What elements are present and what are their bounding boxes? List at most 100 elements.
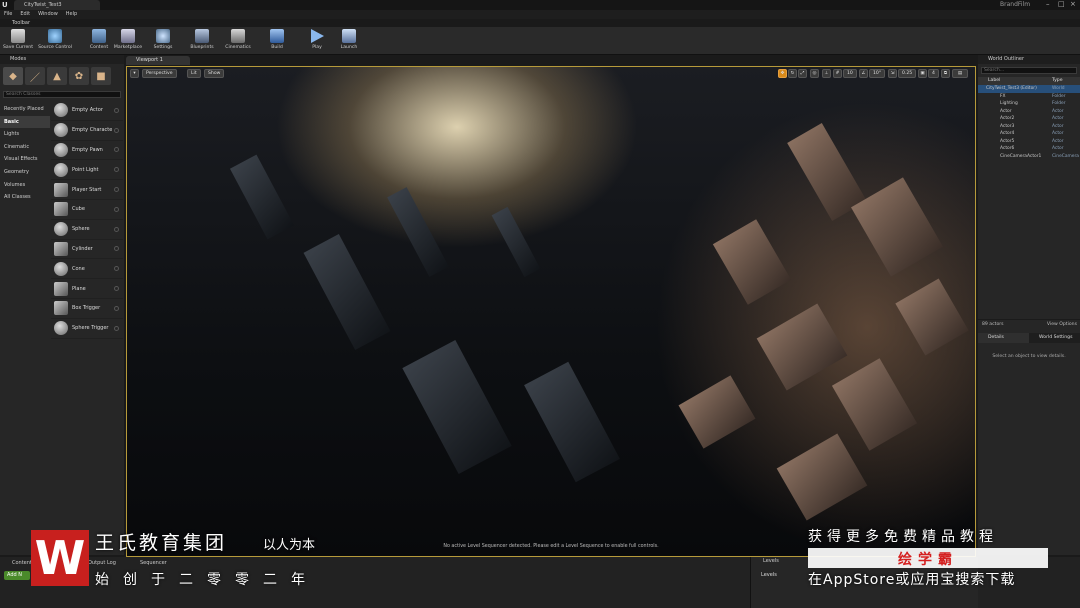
source-control-button[interactable]: Source Control [36, 29, 74, 50]
list-item[interactable]: Cube [51, 200, 123, 220]
search-classes-input[interactable]: Search Classes [3, 91, 121, 98]
category-all-classes[interactable]: All Classes [0, 191, 50, 204]
rotation-snap-icon[interactable]: ∠ [859, 69, 868, 78]
help-icon[interactable] [114, 187, 119, 193]
table-row[interactable]: CineCameraActor1 CineCamera [978, 153, 1080, 161]
help-icon[interactable] [114, 325, 119, 331]
table-row[interactable]: Actor5 Actor [978, 138, 1080, 146]
table-row[interactable]: CityTwist_Test3 (Editor) World [978, 85, 1080, 93]
help-icon[interactable] [114, 206, 119, 212]
grid-snap-icon[interactable]: # [833, 69, 842, 78]
translate-tool-icon[interactable]: ✥ [778, 69, 787, 78]
world-local-icon[interactable]: ◎ [810, 69, 819, 78]
maximize-viewport-icon[interactable]: ⧉ [941, 69, 950, 78]
category-lights[interactable]: Lights [0, 128, 50, 141]
lit-button[interactable]: Lit [187, 69, 201, 78]
rotation-snap-value[interactable]: 10° [869, 69, 886, 78]
help-icon[interactable] [114, 147, 119, 153]
menu-file[interactable]: File [4, 10, 12, 19]
launch-button[interactable]: Launch [338, 29, 360, 50]
minimize-icon[interactable]: – [1046, 0, 1050, 9]
viewport-tab[interactable]: Viewport 1 [126, 56, 190, 65]
viewport-options-icon[interactable]: ▾ [130, 69, 139, 78]
help-icon[interactable] [114, 266, 119, 272]
list-item[interactable]: Player Start [51, 180, 123, 200]
foliage-mode-icon[interactable]: ✿ [69, 67, 89, 85]
category-visual-effects[interactable]: Visual Effects [0, 153, 50, 166]
table-row[interactable]: Actor3 Actor [978, 123, 1080, 131]
tab-world-settings[interactable]: World Settings [1029, 333, 1080, 343]
tab-output-log[interactable]: Output Log [88, 559, 128, 567]
scale-tool-icon[interactable]: ⤢ [798, 69, 807, 78]
help-icon[interactable] [114, 246, 119, 252]
place-mode-icon[interactable]: ◆ [3, 67, 23, 85]
table-row[interactable]: Actor4 Actor [978, 130, 1080, 138]
help-icon[interactable] [114, 107, 119, 113]
scale-snap-value[interactable]: 0.25 [898, 69, 917, 78]
camera-speed-value[interactable]: 4 [928, 69, 939, 78]
add-new-button[interactable]: Add N [4, 571, 30, 580]
maximize-icon[interactable]: □ [1058, 0, 1065, 9]
list-item[interactable]: Cylinder [51, 240, 123, 260]
document-tab[interactable]: CityTwist_Test3 [14, 0, 100, 10]
menu-edit[interactable]: Edit [20, 10, 30, 19]
table-row[interactable]: Actor Actor [978, 108, 1080, 116]
category-basic[interactable]: Basic [0, 115, 50, 129]
help-icon[interactable] [114, 286, 119, 292]
landscape-mode-icon[interactable]: ▲ [47, 67, 67, 85]
build-button[interactable]: Build [266, 29, 288, 50]
blueprints-button[interactable]: Blueprints [188, 29, 216, 50]
category-volumes[interactable]: Volumes [0, 179, 50, 192]
layout-icon[interactable]: ▤ [952, 69, 968, 78]
marketplace-button[interactable]: Marketplace [112, 29, 144, 50]
menu-window[interactable]: Window [38, 10, 58, 19]
category-recently-placed[interactable]: Recently Placed [0, 103, 50, 116]
menu-help[interactable]: Help [66, 10, 77, 19]
surface-snap-icon[interactable]: ⊥ [822, 69, 831, 78]
viewport[interactable]: ▾ Perspective Lit Show ✥ ↻ ⤢ ◎ ⊥ # 10 ∠ … [126, 66, 976, 557]
help-icon[interactable] [114, 305, 119, 311]
close-icon[interactable]: × [1070, 0, 1076, 9]
levels-dropdown[interactable]: Levels [761, 572, 777, 578]
help-icon[interactable] [114, 167, 119, 173]
table-row[interactable]: Lighting Folder [978, 100, 1080, 108]
category-geometry[interactable]: Geometry [0, 166, 50, 179]
grid-snap-value[interactable]: 10 [843, 69, 857, 78]
geometry-mode-icon[interactable]: ■ [91, 67, 111, 85]
outliner-tab[interactable]: World Outliner [978, 55, 1080, 64]
tab-sequencer[interactable]: Sequencer [132, 559, 172, 567]
list-item[interactable]: Point Light [51, 160, 123, 181]
show-button[interactable]: Show [204, 69, 225, 78]
scale-snap-icon[interactable]: ⇲ [888, 69, 897, 78]
list-item[interactable]: Empty Actor [51, 101, 123, 121]
content-button[interactable]: Content [88, 29, 110, 50]
label-column-header[interactable]: Label [978, 77, 1052, 85]
table-row[interactable]: Actor2 Actor [978, 115, 1080, 123]
table-row[interactable]: FX Folder [978, 93, 1080, 101]
list-item[interactable]: Sphere [51, 220, 123, 240]
help-icon[interactable] [114, 127, 119, 133]
tab-details[interactable]: Details [978, 333, 1029, 343]
camera-speed-icon[interactable]: ▣ [918, 69, 927, 78]
cinematics-button[interactable]: Cinematics [222, 29, 254, 50]
modes-tab[interactable]: Modes [0, 55, 124, 64]
list-item[interactable]: Box Trigger [51, 299, 123, 319]
outliner-search-input[interactable]: Search... [981, 67, 1077, 74]
settings-button[interactable]: Settings [150, 29, 176, 50]
perspective-button[interactable]: Perspective [142, 69, 177, 78]
play-button[interactable]: Play [306, 29, 328, 50]
paint-mode-icon[interactable]: ／ [25, 67, 45, 85]
toolbar-tab[interactable]: Toolbar [2, 19, 62, 27]
category-cinematic[interactable]: Cinematic [0, 141, 50, 154]
type-column-header[interactable]: Type [1052, 77, 1063, 85]
save-current-button[interactable]: Save Current [2, 29, 34, 50]
list-item[interactable]: Empty Characte [51, 121, 123, 141]
list-item[interactable]: Cone [51, 259, 123, 280]
rotate-tool-icon[interactable]: ↻ [788, 69, 797, 78]
table-row[interactable]: Actor6 Actor [978, 145, 1080, 153]
list-item[interactable]: Sphere Trigger [51, 319, 123, 339]
help-icon[interactable] [114, 226, 119, 232]
view-options-button[interactable]: View Options [1047, 320, 1077, 330]
list-item[interactable]: Empty Pawn [51, 141, 123, 161]
list-item[interactable]: Plane [51, 279, 123, 299]
